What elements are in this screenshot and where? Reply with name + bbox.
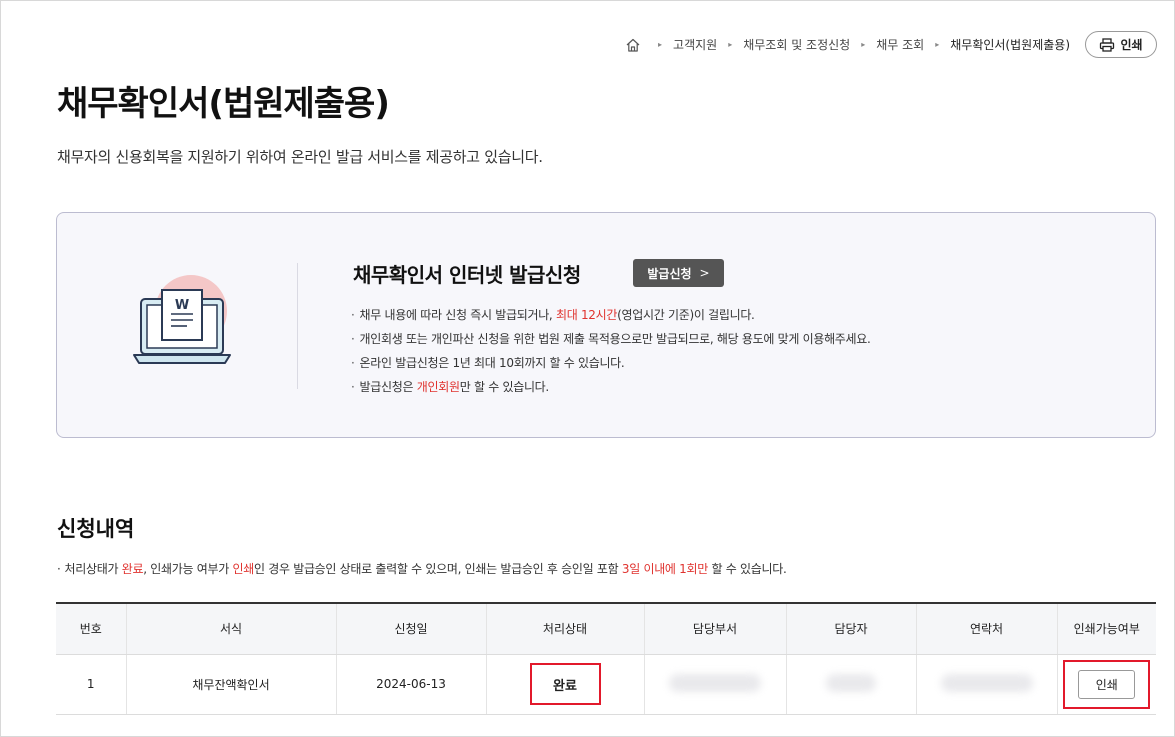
column-header: 서식 — [125, 603, 336, 655]
history-notice: · 처리상태가 완료, 인쇄가능 여부가 인쇄인 경우 발급승인 상태로 출력할 … — [57, 562, 787, 576]
apply-button[interactable]: 발급신청 > — [633, 259, 724, 287]
print-page-button[interactable]: 인쇄 — [1085, 31, 1157, 58]
history-table: 번호 서식 신청일 처리상태 담당부서 담당자 연락처 인쇄가능여부 1 채무잔… — [56, 602, 1156, 715]
page-description: 채무자의 신용회복을 지원하기 위하여 온라인 발급 서비스를 제공하고 있습니… — [57, 148, 543, 166]
column-header: 담당부서 — [643, 603, 786, 655]
redacted-department — [669, 673, 761, 692]
column-header: 연락처 — [915, 603, 1057, 655]
history-title: 신청내역 — [57, 517, 135, 541]
info-bullet: · 온라인 발급신청은 1년 최대 10회까지 할 수 있습니다. — [351, 356, 625, 370]
row-print-cell: 인쇄 — [1056, 654, 1156, 715]
info-bullet: · 채무 내용에 따라 신청 즉시 발급되거나, 최대 12시간(영업시간 기준)… — [351, 308, 755, 322]
row-number: 1 — [56, 654, 126, 715]
column-header: 처리상태 — [485, 603, 644, 655]
laptop-document-icon: W — [133, 275, 231, 364]
row-form: 채무잔액확인서 — [125, 654, 336, 715]
row-contact — [915, 654, 1057, 715]
table-header-row: 번호 서식 신청일 처리상태 담당부서 담당자 연락처 인쇄가능여부 — [56, 603, 1156, 655]
breadcrumb-separator: ▸ — [728, 40, 733, 49]
column-header: 번호 — [56, 603, 126, 655]
info-bullet: · 발급신청은 개인회원만 할 수 있습니다. — [351, 380, 549, 394]
column-header: 담당자 — [785, 603, 916, 655]
breadcrumb-item-debt-inquiry[interactable]: 채무조회 및 조정신청 — [743, 36, 850, 53]
page-title: 채무확인서(법원제출용) — [57, 84, 390, 124]
column-header: 인쇄가능여부 — [1056, 603, 1156, 655]
breadcrumb-item-current: 채무확인서(법원제출용) — [950, 38, 1070, 52]
row-department — [643, 654, 786, 715]
print-page-label: 인쇄 — [1120, 38, 1143, 52]
home-icon[interactable] — [625, 37, 641, 53]
redacted-contact — [940, 673, 1033, 692]
row-manager — [785, 654, 916, 715]
table-row: 1 채무잔액확인서 2024-06-13 완료 인쇄 — [56, 654, 1156, 715]
document-letter: W — [175, 298, 189, 313]
issue-info-box: W 채무확인서 인터넷 발급신청 발급신청 > · 채무 내용에 따라 신청 즉시… — [56, 212, 1156, 438]
divider — [297, 263, 298, 389]
breadcrumb: ▸ 고객지원 ▸ 채무조회 및 조정신청 ▸ 채무 조회 ▸ 채무확인서(법원제… — [625, 36, 1070, 53]
breadcrumb-item-support[interactable]: 고객지원 — [673, 36, 717, 53]
printer-icon — [1100, 37, 1115, 52]
info-bullets: · 채무 내용에 따라 신청 즉시 발급되거나, 최대 12시간(영업시간 기준)… — [351, 303, 871, 399]
row-status-cell: 완료 — [485, 654, 644, 715]
redacted-manager — [826, 673, 876, 692]
chevron-right-icon: > — [699, 266, 710, 280]
info-title: 채무확인서 인터넷 발급신청 — [353, 263, 581, 287]
breadcrumb-separator: ▸ — [658, 40, 663, 49]
breadcrumb-separator: ▸ — [935, 40, 940, 49]
row-date: 2024-06-13 — [335, 654, 486, 715]
column-header: 신청일 — [335, 603, 486, 655]
info-bullet: · 개인회생 또는 개인파산 신청을 위한 법원 제출 목적용으로만 발급되므로,… — [351, 332, 871, 346]
print-button[interactable]: 인쇄 — [1078, 669, 1136, 699]
breadcrumb-separator: ▸ — [861, 40, 866, 49]
apply-button-label: 발급신청 — [647, 266, 692, 281]
breadcrumb-item-debt-search[interactable]: 채무 조회 — [876, 36, 924, 53]
status-badge: 완료 — [529, 663, 601, 705]
print-highlight: 인쇄 — [1063, 659, 1151, 709]
